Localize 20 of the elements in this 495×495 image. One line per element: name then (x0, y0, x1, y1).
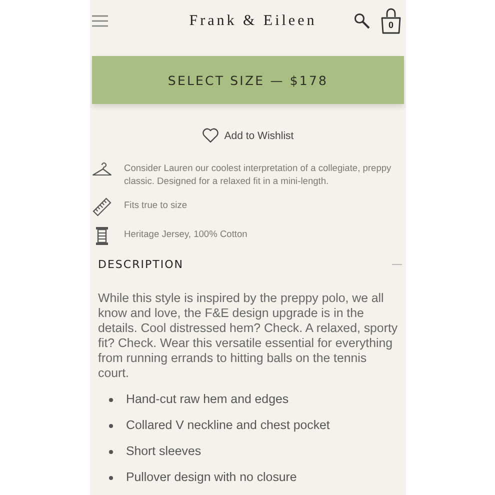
description-text: While this style is inspired by the preppy polo, we all know and love, the F&E design upgrade is in the details. Cool distressed hem? Check. A relaxed, sporty fit? Check. Wear this versatile essential for everything from running errands to hitting balls on the tennis court. (97, 291, 399, 381)
list-item: Hand-cut raw hem and edges (126, 392, 289, 407)
section-heading[interactable]: DESCRIPTION (98, 258, 184, 271)
bullet-icon (109, 424, 113, 428)
feature-text: Consider Lauren our coolest interpretation of a collegiate, preppy classic. Designed for a relaxed fit in a mini-length. (124, 162, 392, 188)
ruler-icon (92, 197, 112, 217)
select-size-button[interactable]: SELECT SIZE — $178 (92, 56, 404, 104)
list-item: Pullover design with no closure (126, 470, 297, 485)
list-item: Collared V neckline and chest pocket (126, 418, 330, 433)
list-item: Short sleeves (126, 444, 202, 459)
feature-text: Fits true to size (124, 199, 188, 212)
bullet-icon (109, 450, 113, 454)
wishlist-button[interactable]: Add to Wishlist (202, 128, 294, 143)
brand-logo[interactable]: Frank & Eileen (189, 12, 317, 30)
bullet-icon (109, 476, 113, 480)
menu-icon[interactable] (92, 15, 108, 27)
feature-text: Heritage Jersey, 100% Cotton (124, 228, 248, 241)
bullet-icon (109, 398, 113, 402)
heart-icon (202, 128, 220, 143)
search-icon[interactable] (354, 13, 370, 29)
